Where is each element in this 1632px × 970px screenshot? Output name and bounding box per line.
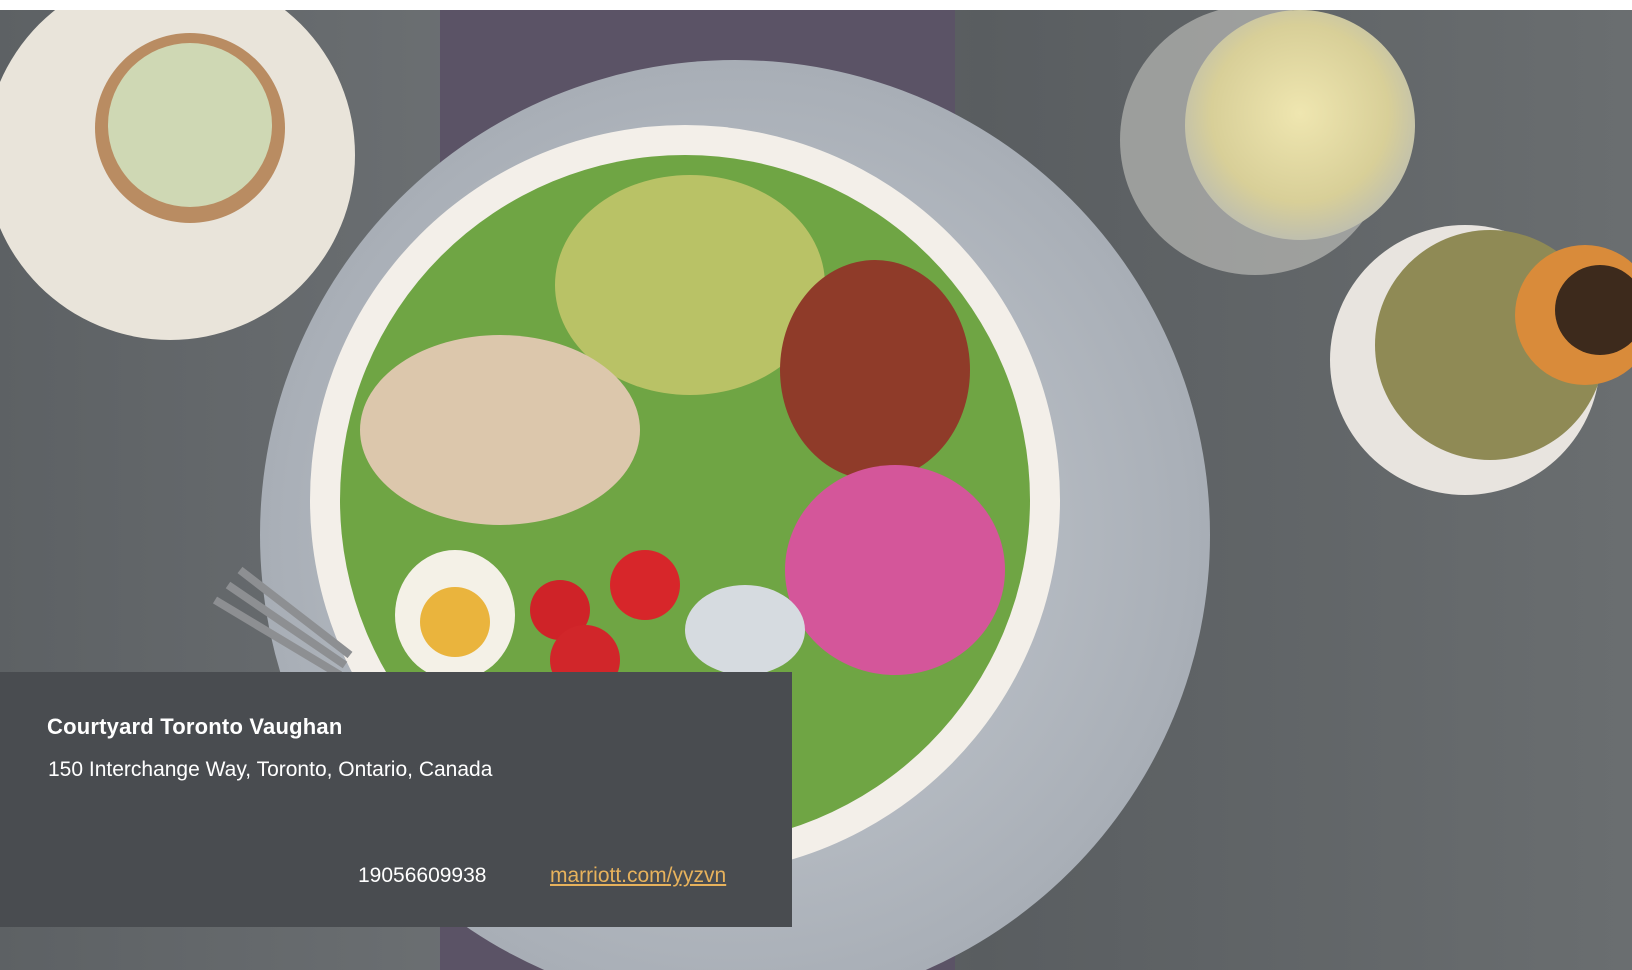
pickled-onion xyxy=(785,465,1005,675)
hotel-info-card: Courtyard Toronto Vaughan 150 Interchang… xyxy=(0,672,792,927)
tomato xyxy=(610,550,680,620)
hotel-phone[interactable]: 19056609938 xyxy=(358,864,486,888)
bacon xyxy=(780,260,970,480)
blue-cheese xyxy=(685,585,805,675)
hotel-name: Courtyard Toronto Vaughan xyxy=(47,714,343,739)
egg-yolk xyxy=(420,587,490,657)
hotel-address: 150 Interchange Way, Toronto, Ontario, C… xyxy=(48,758,493,781)
chicken xyxy=(360,335,640,525)
wine-glass xyxy=(1185,10,1415,240)
hotel-website-link[interactable]: marriott.com/yyzvn xyxy=(550,864,726,888)
sauce xyxy=(108,43,272,207)
